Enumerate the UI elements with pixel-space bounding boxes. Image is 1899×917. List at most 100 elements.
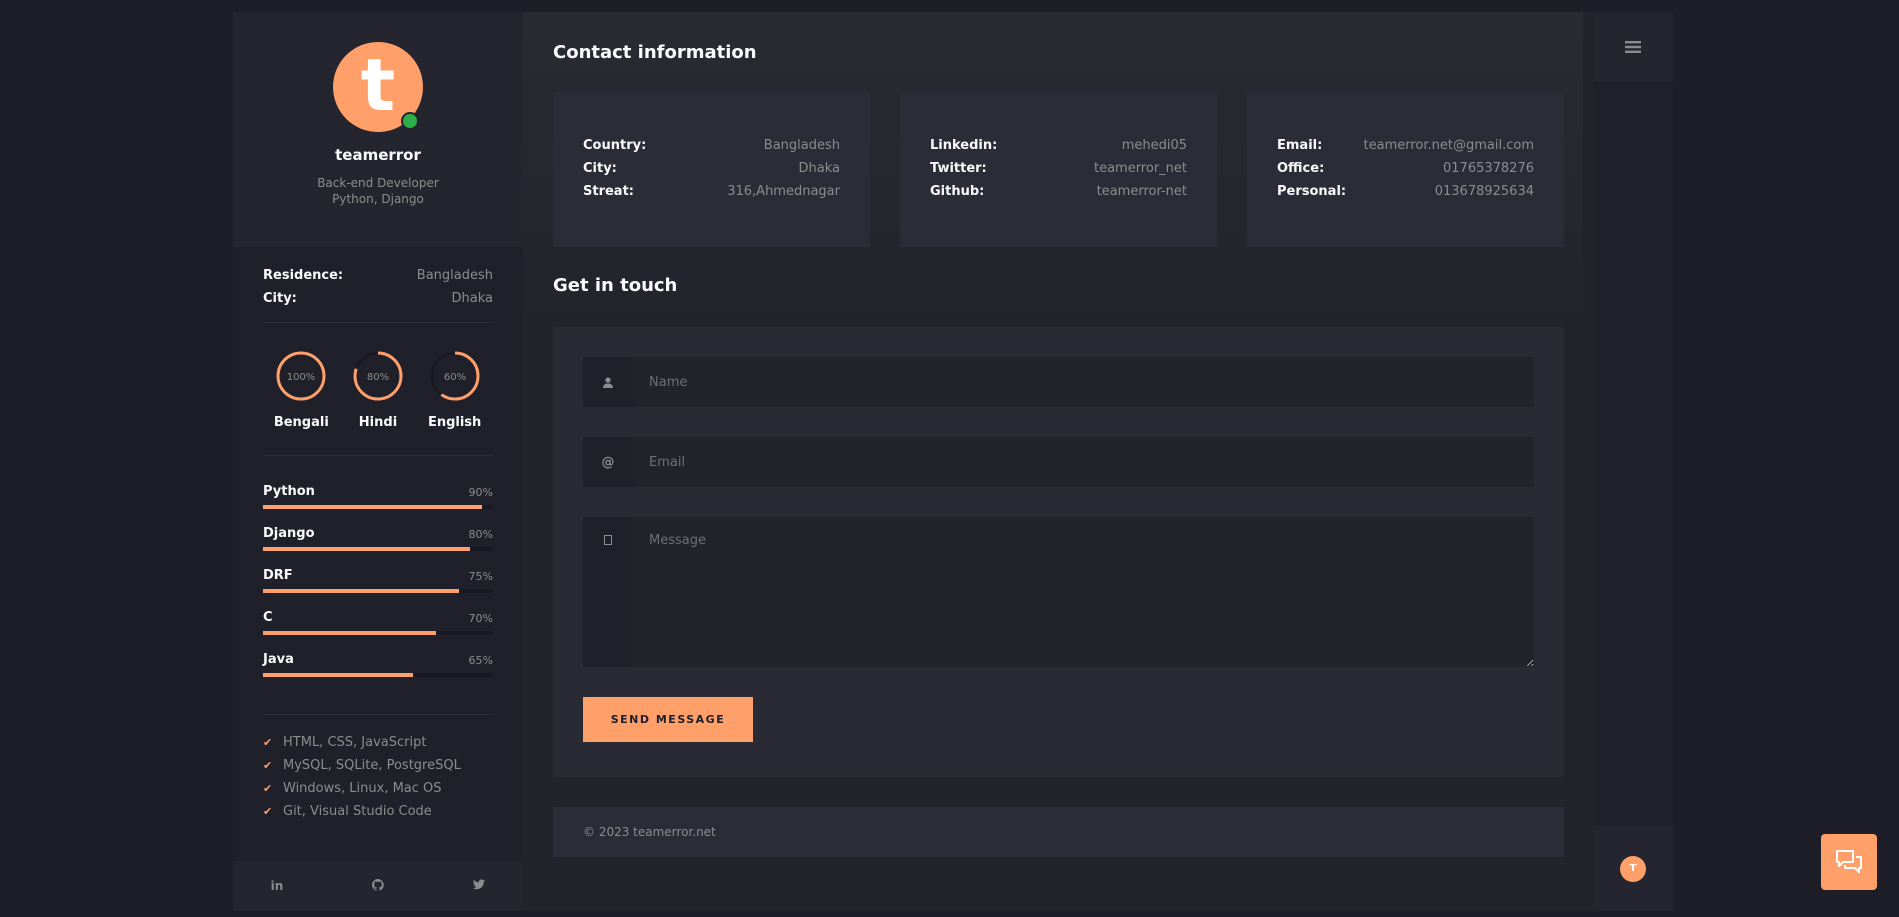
sidebar-content: Residence: Bangladesh City: Dhaka 100% B… — [233, 247, 523, 823]
message-input[interactable] — [633, 517, 1534, 667]
language-progress-ring: 60% — [430, 351, 480, 401]
skill-name: Django — [263, 526, 315, 541]
card-row: Office: 01765378276 — [1277, 157, 1534, 180]
skill-name: C — [263, 610, 273, 625]
language-english: 60% English — [417, 351, 493, 430]
online-status-dot — [401, 112, 419, 130]
skill-percent: 65% — [468, 654, 493, 667]
skill-name: DRF — [263, 568, 293, 583]
card-row: Personal: 013678925634 — [1277, 180, 1534, 203]
language-percent: 100% — [287, 372, 316, 383]
list-item: ✔ MySQL, SQLite, PostgreSQL — [263, 754, 493, 777]
contact-card-address: Country: Bangladesh City: Dhaka Streat: 316… — [553, 92, 870, 247]
card-value: 013678925634 — [1434, 184, 1534, 199]
skill-java: Java 65% — [263, 652, 493, 677]
main-content: Contact information Country: Bangladesh C… — [523, 12, 1583, 911]
twitter-icon-glyph — [473, 879, 485, 890]
profile-role-line: Python, Django — [332, 192, 424, 206]
menu-icon[interactable] — [1625, 40, 1641, 54]
page-frame: t teamerror Back-end Developer Python, D… — [233, 12, 1673, 911]
email-input[interactable] — [633, 437, 1534, 487]
envelope-icon — [583, 517, 633, 667]
skill-bar-track — [263, 547, 493, 551]
card-row: Email: teamerror.net@gmail.com — [1277, 134, 1534, 157]
info-value: Bangladesh — [416, 268, 493, 283]
user-icon — [583, 357, 633, 407]
card-label: Office: — [1277, 161, 1325, 176]
chat-button[interactable] — [1821, 834, 1877, 890]
skill-bar-track — [263, 673, 493, 677]
footer: © 2023 teamerror.net — [553, 807, 1564, 857]
name-input[interactable] — [633, 357, 1534, 407]
skill-percent: 70% — [468, 612, 493, 625]
profile-role: Back-end Developer Python, Django — [233, 175, 523, 207]
info-value: Dhaka — [451, 291, 493, 306]
language-progress-ring: 80% — [353, 351, 403, 401]
user-icon-glyph — [603, 376, 613, 388]
github-icon-glyph — [371, 878, 384, 891]
list-item: ✔ Git, Visual Studio Code — [263, 800, 493, 823]
send-message-button[interactable]: SEND MESSAGE — [583, 697, 753, 742]
list-item: ✔ Windows, Linux, Mac OS — [263, 777, 493, 800]
rail-avatar[interactable]: T — [1620, 855, 1646, 882]
card-value: teamerror.net@gmail.com — [1363, 138, 1534, 153]
profile-role-line: Back-end Developer — [317, 176, 439, 190]
info-row-residence: Residence: Bangladesh — [263, 264, 493, 287]
personal-info: Residence: Bangladesh City: Dhaka — [263, 247, 493, 322]
card-row: Linkedin: mehedi05 — [930, 134, 1187, 157]
github-icon[interactable] — [368, 878, 388, 894]
sidebar: t teamerror Back-end Developer Python, D… — [233, 12, 523, 911]
card-value: teamerror_net — [1093, 161, 1187, 176]
contact-card-social: Linkedin: mehedi05 Twitter: teamerror_net … — [900, 92, 1217, 247]
card-label: Personal: — [1277, 184, 1347, 199]
skill-bar-fill — [263, 505, 482, 509]
skill-django: Django 80% — [263, 526, 493, 551]
at-icon: @ — [583, 437, 633, 487]
copyright-text: © 2023 teamerror.net — [583, 825, 716, 839]
skill-drf: DRF 75% — [263, 568, 493, 593]
skill-c: C 70% — [263, 610, 493, 635]
card-row: Streat: 316,Ahmednagar — [583, 180, 840, 203]
info-label: City: — [263, 291, 297, 306]
skill-bar-track — [263, 631, 493, 635]
skill-percent: 80% — [468, 528, 493, 541]
linkedin-icon[interactable]: in — [267, 879, 287, 893]
language-name: English — [427, 415, 482, 430]
contact-form: @ SEND MESSAGE — [553, 327, 1564, 777]
knowledge-item: HTML, CSS, JavaScript — [283, 735, 427, 750]
language-percent: 60% — [444, 372, 466, 383]
skill-percent: 90% — [468, 486, 493, 499]
language-name: Bengali — [273, 415, 329, 430]
card-value: teamerror-net — [1096, 184, 1187, 199]
skill-bar-fill — [263, 673, 413, 677]
profile-name: teamerror — [335, 146, 421, 164]
message-field — [583, 517, 1534, 667]
language-name: Hindi — [358, 415, 398, 430]
skill-bar-fill — [263, 547, 470, 551]
rail-footer: T — [1593, 826, 1673, 911]
language-bengali: 100% Bengali — [263, 351, 339, 430]
profile-header: t teamerror Back-end Developer Python, D… — [233, 12, 523, 247]
knowledge-item: Git, Visual Studio Code — [283, 804, 432, 819]
card-label: City: — [583, 161, 617, 176]
contact-card-phone-email: Email: teamerror.net@gmail.com Office: 017… — [1247, 92, 1564, 247]
contact-info-title: Contact information — [553, 42, 757, 63]
skill-name: Python — [263, 484, 315, 499]
skills-section: Python 90% Django 80% DRF 75% C 70% Java… — [263, 456, 493, 714]
get-in-touch-title: Get in touch — [553, 275, 678, 296]
list-item: ✔ HTML, CSS, JavaScript — [263, 731, 493, 754]
language-hindi: 80% Hindi — [340, 351, 416, 430]
card-label: Email: — [1277, 138, 1323, 153]
skill-bar-track — [263, 505, 493, 509]
card-label: Twitter: — [930, 161, 987, 176]
twitter-icon[interactable] — [469, 879, 489, 893]
info-label: Residence: — [263, 268, 344, 283]
card-value: 01765378276 — [1443, 161, 1534, 176]
name-field — [583, 357, 1534, 407]
card-value: mehedi05 — [1121, 138, 1187, 153]
social-links: in — [233, 861, 523, 911]
card-row: Github: teamerror-net — [930, 180, 1187, 203]
right-rail: T — [1593, 12, 1673, 911]
card-value: 316,Ahmednagar — [727, 184, 840, 199]
card-row: Twitter: teamerror_net — [930, 157, 1187, 180]
